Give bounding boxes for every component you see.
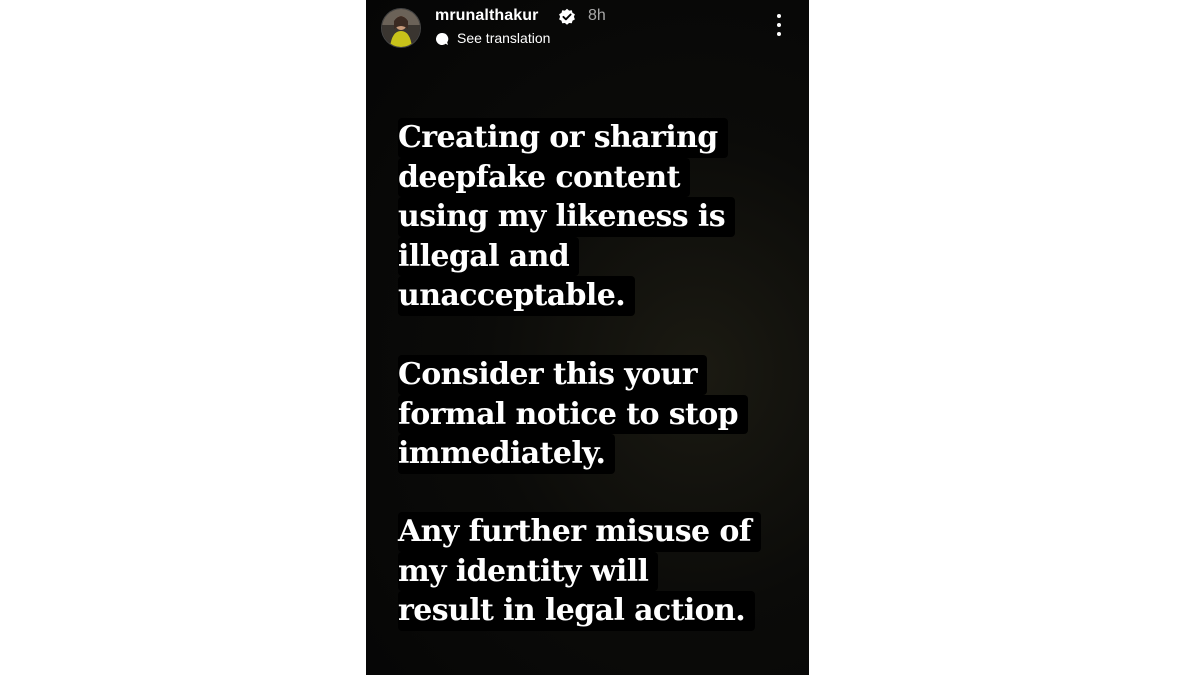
story-text-line: Consider this your: [398, 355, 707, 395]
story-text-line: Creating or sharing: [398, 118, 728, 158]
story-paragraph-3: Any further misuse of my identity will r…: [398, 512, 798, 631]
story-text-line: deepfake content: [398, 157, 690, 197]
verified-badge-icon: [559, 8, 575, 25]
story-text-line: unacceptable.: [398, 276, 636, 316]
story-text-line: result in legal action.: [398, 591, 756, 631]
more-options-icon: [777, 14, 781, 18]
story-text-line: illegal and: [398, 236, 580, 276]
see-translation-link[interactable]: See translation: [457, 30, 550, 46]
story-paragraph-1: Creating or sharing deepfake content usi…: [398, 118, 798, 316]
story-text-line: my identity will: [398, 551, 659, 591]
story-viewer[interactable]: mrunalthakur 8h See translation Creating…: [366, 0, 809, 675]
username[interactable]: mrunalthakur: [435, 7, 538, 25]
speech-bubble-icon: [436, 32, 449, 45]
story-text-line: Any further misuse of: [398, 512, 762, 552]
more-options-button[interactable]: [769, 12, 789, 40]
story-header: mrunalthakur 8h See translation: [366, 0, 809, 60]
avatar[interactable]: [381, 8, 421, 48]
story-text-line: formal notice to stop: [398, 394, 749, 434]
post-time: 8h: [588, 7, 606, 24]
story-text-line: using my likeness is: [398, 197, 736, 237]
story-text-line: immediately.: [398, 434, 616, 474]
story-paragraph-2: Consider this your formal notice to stop…: [398, 355, 798, 474]
